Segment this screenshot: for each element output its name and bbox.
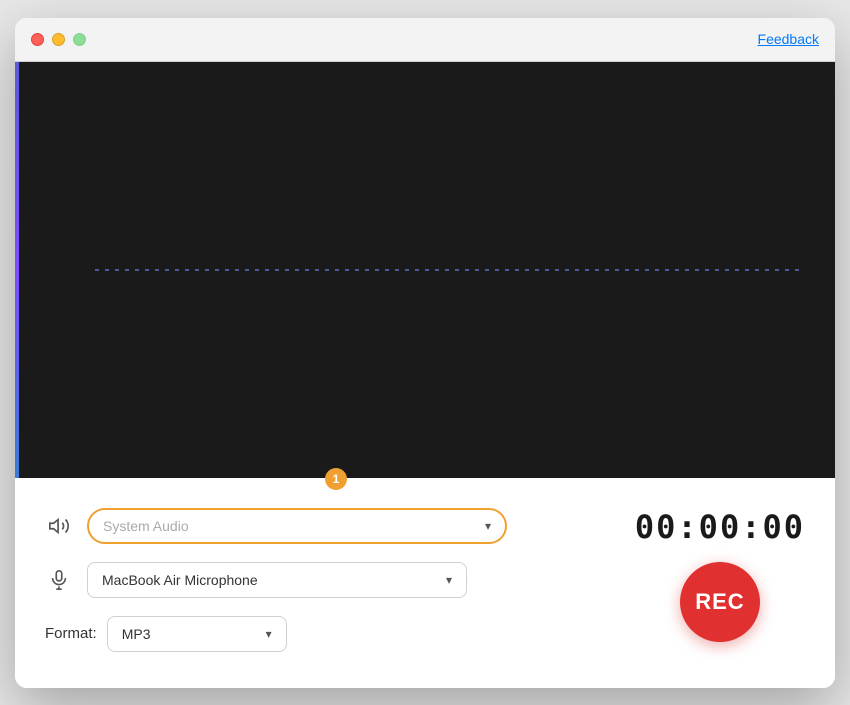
close-button[interactable] — [31, 33, 44, 46]
speaker-icon — [45, 515, 73, 537]
microphone-label: MacBook Air Microphone — [102, 572, 258, 588]
audio-source-row: System Audio ▾ — [45, 508, 635, 544]
color-bar — [15, 62, 19, 478]
traffic-lights — [31, 33, 86, 46]
maximize-button[interactable] — [73, 33, 86, 46]
microphone-dropdown[interactable]: MacBook Air Microphone ▾ — [87, 562, 467, 598]
microphone-chevron: ▾ — [446, 573, 452, 587]
controls-left: System Audio ▾ MacBook Air Microphone — [45, 508, 635, 652]
controls-area: 1 System Audio ▾ — [15, 478, 835, 688]
format-dropdown[interactable]: MP3 ▾ — [107, 616, 287, 652]
rec-label: REC — [695, 589, 744, 615]
badge-1: 1 — [325, 468, 347, 490]
format-row: Format: MP3 ▾ — [45, 616, 635, 652]
waveform-dots — [95, 269, 805, 271]
timer-display: 00:00:00 — [635, 508, 805, 546]
microphone-row: MacBook Air Microphone ▾ — [45, 562, 635, 598]
controls-right: 00:00:00 REC — [635, 498, 805, 642]
title-bar: Feedback — [15, 18, 835, 62]
video-area — [15, 62, 835, 478]
waveform-line — [95, 269, 805, 271]
minimize-button[interactable] — [52, 33, 65, 46]
format-chevron: ▾ — [266, 627, 272, 641]
audio-source-placeholder: System Audio — [103, 518, 189, 534]
main-window: Feedback 1 System Audio — [15, 18, 835, 688]
format-value: MP3 — [122, 626, 151, 642]
audio-source-dropdown[interactable]: System Audio ▾ — [87, 508, 507, 544]
format-label: Format: — [45, 625, 97, 642]
audio-source-chevron: ▾ — [485, 519, 491, 533]
rec-button[interactable]: REC — [680, 562, 760, 642]
feedback-link[interactable]: Feedback — [758, 31, 819, 47]
microphone-icon — [45, 569, 73, 591]
